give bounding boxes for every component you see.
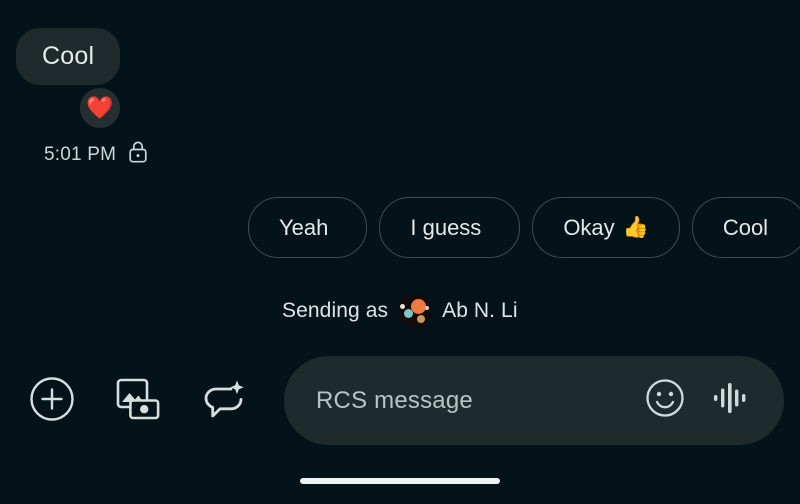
heart-reaction-badge[interactable]: ❤️ bbox=[78, 86, 122, 130]
messages-conversation-screen: Cool ❤️ 5:01 PM Yeah I guess Okay 👍 Cool… bbox=[0, 0, 800, 504]
home-indicator-bar[interactable] bbox=[300, 478, 500, 484]
suggestion-chip-label: Cool bbox=[722, 214, 769, 240]
suggestion-chip-emoji: 👍 bbox=[622, 215, 649, 239]
suggestion-chip-label: I guess bbox=[410, 214, 482, 240]
gallery-camera-button[interactable] bbox=[110, 373, 166, 429]
lock-icon bbox=[128, 140, 148, 169]
message-input-placeholder: RCS message bbox=[316, 386, 473, 414]
sending-as-account-name: Ab N. Li bbox=[442, 299, 518, 322]
suggestion-chip-label: Yeah bbox=[279, 214, 329, 240]
smart-reply-button[interactable] bbox=[196, 373, 252, 429]
plus-circle-icon bbox=[28, 375, 76, 428]
emoji-button[interactable] bbox=[642, 378, 688, 424]
voice-message-button[interactable] bbox=[708, 378, 754, 424]
sending-as-label: Sending as bbox=[282, 299, 389, 322]
suggestion-chip-3[interactable]: Cool bbox=[691, 197, 800, 258]
smiley-icon bbox=[644, 377, 686, 424]
suggestion-chips: Yeah I guess Okay 👍 Cool bbox=[248, 197, 800, 258]
audio-waveform-icon bbox=[710, 377, 752, 424]
incoming-message: Cool bbox=[16, 28, 121, 85]
gallery-camera-icon bbox=[113, 375, 163, 428]
heart-icon: ❤️ bbox=[86, 95, 114, 120]
message-input[interactable]: RCS message bbox=[284, 356, 784, 445]
suggestion-chip-0[interactable]: Yeah bbox=[248, 197, 368, 258]
sparkle-speech-bubble-icon bbox=[199, 375, 249, 428]
suggestion-chip-1[interactable]: I guess bbox=[379, 197, 521, 258]
avatar bbox=[398, 294, 433, 328]
message-meta: 5:01 PM bbox=[44, 140, 148, 169]
message-bubble[interactable]: Cool bbox=[16, 28, 121, 85]
message-timestamp: 5:01 PM bbox=[44, 143, 117, 165]
suggestion-chip-2[interactable]: Okay 👍 bbox=[532, 197, 680, 258]
suggestion-chip-label: Okay bbox=[563, 214, 615, 240]
add-attachment-button[interactable] bbox=[24, 373, 80, 429]
sending-as-row[interactable]: Sending as Ab N. Li bbox=[282, 294, 518, 328]
